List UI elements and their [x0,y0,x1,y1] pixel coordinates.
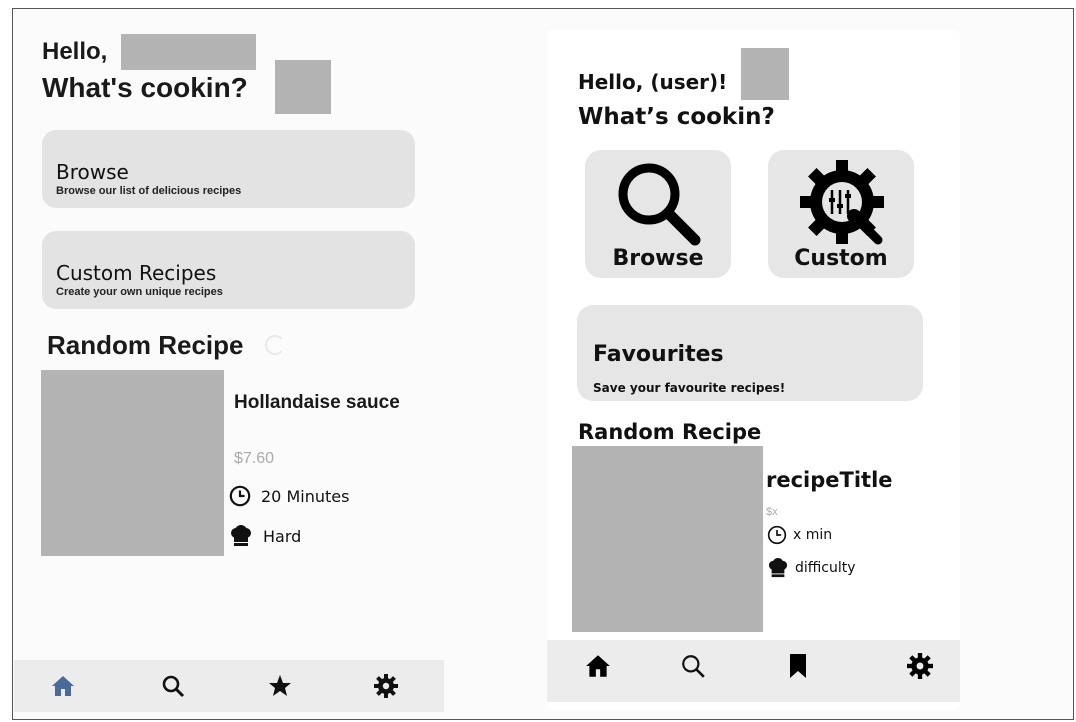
browse-tile-label: Browse [612,246,704,271]
browse-card-title: Browse [56,160,129,184]
recipe-time-row: 20 Minutes [229,485,349,507]
refresh-icon[interactable] [265,335,285,355]
clock-icon [229,485,251,507]
recipe-title[interactable]: recipeTitle [766,468,893,492]
nav-home[interactable] [41,660,85,712]
star-icon [269,675,291,696]
recipe-price: $x [766,506,778,518]
prompt-heading: What’s cookin? [578,104,775,130]
nav-settings[interactable] [364,660,408,712]
custom-tile[interactable]: Custom [768,150,914,278]
gear-icon [907,653,933,679]
recipe-time: 20 Minutes [261,486,350,506]
nav-search[interactable] [671,640,715,692]
search-icon [618,163,701,246]
bookmark-icon [790,654,806,678]
recipe-title[interactable]: Hollandaise sauce [234,392,400,414]
nav-bookmarks[interactable] [776,640,820,692]
redacted-emoji [275,60,331,114]
custom-recipes-card-title: Custom Recipes [56,261,217,285]
favourites-card-subtitle: Save your favourite recipes! [593,381,786,395]
favourites-card[interactable]: Favourites Save your favourite recipes! [577,305,923,401]
recipe-image-placeholder [572,446,763,632]
search-icon [162,675,185,698]
greeting-text: Hello, (user)! [578,70,728,94]
gear-tools-icon [800,160,884,245]
prompt-heading: What's cookin? [42,72,248,103]
nav-settings[interactable] [898,640,942,692]
recipe-time: x min [793,527,833,543]
gear-icon [374,674,398,698]
clock-icon [767,525,787,545]
chef-hat-icon [231,525,251,546]
bottom-nav [14,660,444,712]
nav-search[interactable] [151,660,195,712]
recipe-price: $7.60 [234,450,275,467]
favourites-card-title: Favourites [593,342,724,367]
recipe-difficulty: difficulty [795,560,856,576]
recipe-time-row: x min [767,525,832,545]
chef-hat-icon [768,558,788,578]
redacted-username [121,34,256,70]
nav-favourites[interactable] [258,660,302,712]
browse-tile[interactable]: Browse [585,150,731,278]
recipe-difficulty: Hard [263,526,302,546]
custom-tile-label: Custom [794,246,888,271]
custom-recipes-card[interactable]: Custom Recipes Create your own unique re… [42,231,415,309]
nav-home[interactable] [576,640,620,692]
recipe-image-placeholder [41,370,224,556]
browse-card-subtitle: Browse our list of delicious recipes [56,185,242,197]
home-icon [586,655,610,677]
recipe-difficulty-row: difficulty [767,558,856,578]
search-icon [682,655,705,678]
browse-card[interactable]: Browse Browse our list of delicious reci… [42,130,415,208]
custom-recipes-card-subtitle: Create your own unique recipes [56,286,223,298]
bottom-nav [547,640,960,702]
random-recipe-heading: Random Recipe [578,420,762,444]
recipe-difficulty-row: Hard [229,525,301,547]
random-recipe-heading: Random Recipe [47,330,244,360]
greeting-text: Hello, [42,38,108,65]
home-icon [52,676,74,696]
redacted-emoji [741,48,789,100]
